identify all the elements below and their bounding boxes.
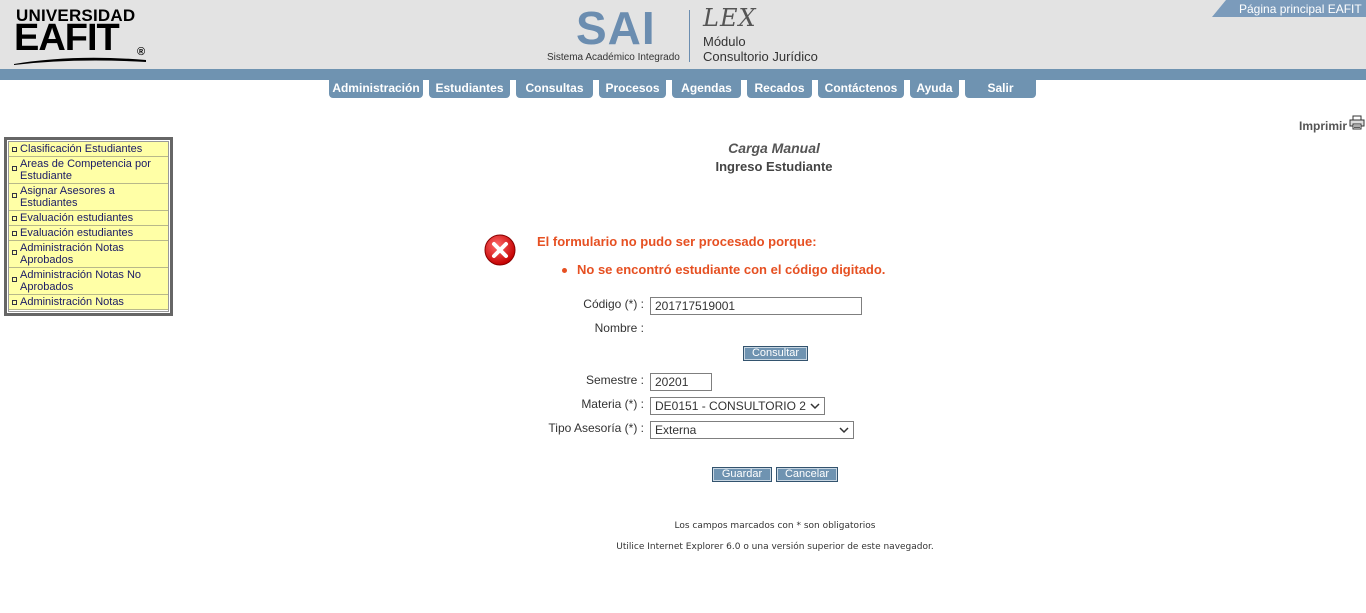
sidebar-item-evaluacion-1[interactable]: Evaluación estudiantes bbox=[9, 211, 168, 226]
sidebar-item-label: Evaluación estudiantes bbox=[20, 227, 134, 239]
sidebar-item-evaluacion-2[interactable]: Evaluación estudiantes bbox=[9, 226, 168, 241]
sidebar-item-notas-aprobados[interactable]: Administración Notas Aprobados bbox=[9, 241, 168, 268]
bullet-icon bbox=[12, 193, 17, 198]
materia-select-value: DE0151 - CONSULTORIO 2 bbox=[655, 399, 806, 413]
sidebar-item-label: Administración Notas Aprobados bbox=[20, 242, 124, 266]
main-nav: Administración Estudiantes Consultas Pro… bbox=[0, 80, 1366, 98]
guardar-button[interactable]: Guardar bbox=[712, 467, 772, 482]
chevron-down-icon bbox=[810, 403, 820, 410]
sai-subtitle: Sistema Académico Integrado bbox=[547, 52, 680, 63]
tab-contactenos[interactable]: Contáctenos bbox=[818, 80, 904, 98]
tab-recados[interactable]: Recados bbox=[747, 80, 812, 98]
sidebar-item-asignar-asesores[interactable]: Asignar Asesores a Estudiantes bbox=[9, 184, 168, 211]
header-banner: UNIVERSIDAD EAFIT ® SAI Sistema Académic… bbox=[0, 0, 1366, 70]
logo-swoosh bbox=[14, 57, 146, 65]
sidebar-item-label: Evaluación estudiantes bbox=[20, 212, 134, 224]
tab-salir[interactable]: Salir bbox=[965, 80, 1036, 98]
bullet-icon bbox=[562, 268, 567, 273]
nombre-label: Nombre : bbox=[594, 321, 644, 335]
module-line-2: Consultorio Jurídico bbox=[703, 49, 818, 64]
tipo-asesoria-label: Tipo Asesoría (*) : bbox=[548, 421, 644, 435]
error-heading: El formulario no pudo ser procesado porq… bbox=[537, 234, 817, 249]
tab-estudiantes[interactable]: Estudiantes bbox=[429, 80, 510, 98]
sidebar-item-label: Administración Notas No Aprobados bbox=[20, 269, 142, 293]
header-bar bbox=[0, 69, 1366, 80]
tipo-asesoria-select-value: Externa bbox=[655, 423, 697, 437]
codigo-label: Código (*) : bbox=[583, 297, 644, 311]
print-link[interactable]: Imprimir bbox=[1299, 119, 1347, 133]
tab-procesos[interactable]: Procesos bbox=[599, 80, 666, 98]
bullet-icon bbox=[12, 216, 17, 221]
sidebar-item-label: Administración Notas bbox=[20, 296, 124, 308]
semestre-label: Semestre : bbox=[585, 373, 644, 387]
materia-select[interactable]: DE0151 - CONSULTORIO 2 bbox=[650, 397, 825, 415]
tab-consultas[interactable]: Consultas bbox=[516, 80, 593, 98]
codigo-input[interactable]: 201717519001 bbox=[650, 297, 862, 315]
sidebar-item-notas-no-aprobados[interactable]: Administración Notas No Aprobados bbox=[9, 268, 168, 295]
required-fields-note: Los campos marcados con * son obligatori… bbox=[674, 521, 876, 531]
chevron-down-icon bbox=[839, 427, 849, 434]
logo-text-eafit: EAFIT bbox=[14, 17, 120, 59]
browser-note: Utilice Internet Explorer 6.0 o una vers… bbox=[616, 542, 934, 552]
materia-label: Materia (*) : bbox=[581, 397, 644, 411]
tab-administracion[interactable]: Administración bbox=[329, 80, 423, 98]
bullet-icon bbox=[12, 300, 17, 305]
bullet-icon bbox=[12, 250, 17, 255]
sai-logo: SAI bbox=[576, 2, 656, 54]
module-name: Módulo Consultorio Jurídico bbox=[703, 34, 818, 64]
main-page-link-label: Página principal EAFIT bbox=[1239, 2, 1362, 16]
lex-logo: LEX bbox=[703, 4, 757, 32]
printer-icon[interactable] bbox=[1349, 115, 1365, 130]
tab-ayuda[interactable]: Ayuda bbox=[910, 80, 959, 98]
error-message-text: No se encontró estudiante con el código … bbox=[577, 262, 886, 277]
bullet-icon bbox=[12, 277, 17, 282]
main-page-link[interactable]: Página principal EAFIT bbox=[1212, 0, 1366, 17]
header-divider bbox=[689, 10, 690, 62]
sidebar-item-notas[interactable]: Administración Notas bbox=[9, 295, 168, 310]
page-title: Carga Manual bbox=[728, 140, 820, 156]
cancelar-button[interactable]: Cancelar bbox=[776, 467, 838, 482]
semestre-input[interactable]: 20201 bbox=[650, 373, 712, 391]
tipo-asesoria-select[interactable]: Externa bbox=[650, 421, 854, 439]
eafit-logo[interactable]: UNIVERSIDAD EAFIT ® bbox=[14, 6, 154, 66]
tab-agendas[interactable]: Agendas bbox=[672, 80, 741, 98]
module-line-1: Módulo bbox=[703, 34, 746, 49]
consultar-button[interactable]: Consultar bbox=[743, 346, 808, 361]
page-subtitle: Ingreso Estudiante bbox=[715, 159, 833, 174]
error-icon bbox=[484, 234, 516, 266]
bullet-icon bbox=[12, 231, 17, 236]
sidebar-item-label: Asignar Asesores a Estudiantes bbox=[20, 185, 115, 209]
